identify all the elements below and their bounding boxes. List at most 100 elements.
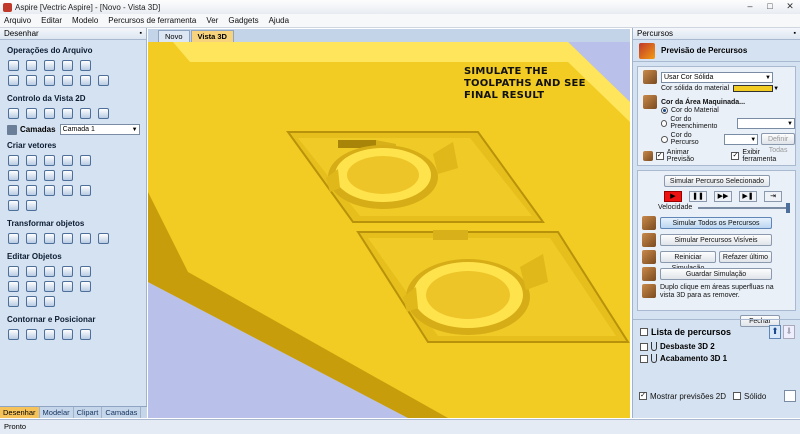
bezier-icon[interactable] <box>44 170 55 181</box>
zoom-out-icon[interactable] <box>62 108 73 119</box>
cut-icon[interactable] <box>8 75 19 86</box>
ellipse-icon[interactable] <box>26 155 37 166</box>
show-2d-checkbox[interactable]: ✓ <box>639 392 647 400</box>
align-icon[interactable] <box>80 233 91 244</box>
circle-icon[interactable] <box>8 155 19 166</box>
reset-simulation-button[interactable]: Reiniciar Simulação <box>660 251 716 272</box>
paste-icon[interactable] <box>62 75 73 86</box>
toolpath-item-checkbox[interactable] <box>640 342 648 351</box>
dimension-icon[interactable] <box>26 200 37 211</box>
polyline-icon[interactable] <box>8 170 19 181</box>
finish-button[interactable]: ⇥ <box>764 191 782 202</box>
nesting-icon[interactable] <box>62 329 73 340</box>
radio-fill-color[interactable] <box>661 119 668 127</box>
new-file-icon[interactable] <box>8 60 19 71</box>
tab-modelar[interactable]: Modelar <box>40 407 74 418</box>
material-color-swatch[interactable] <box>733 85 774 92</box>
toolpath-summary-icon[interactable] <box>784 390 797 402</box>
offset-icon[interactable] <box>8 329 19 340</box>
define-all-button[interactable]: Definir Todas <box>761 133 795 154</box>
rotate-icon[interactable] <box>44 233 55 244</box>
toolpath-item-checkbox[interactable] <box>640 354 648 363</box>
extend-icon[interactable] <box>44 296 55 307</box>
3d-viewport[interactable]: SIMULATE THE TOOLPATHS AND SEE FINAL RES… <box>148 42 630 418</box>
radio-material-color[interactable] <box>661 107 668 114</box>
ungroup-icon[interactable] <box>26 281 37 292</box>
layer-select[interactable]: Camada 1 ▼ <box>59 124 140 135</box>
zoom-box-icon[interactable] <box>26 108 37 119</box>
smooth-icon[interactable] <box>26 296 37 307</box>
color-mode-select[interactable]: Usar Cor Sólida ▼ <box>661 71 773 83</box>
menu-ver[interactable]: Ver <box>206 16 218 25</box>
scale-icon[interactable] <box>26 233 37 244</box>
minimize-button[interactable]: – <box>740 0 760 14</box>
menu-percursos[interactable]: Percursos de ferramenta <box>108 16 196 25</box>
scissors-icon[interactable] <box>26 75 37 86</box>
fill-color-select[interactable]: ▼ <box>737 117 795 129</box>
copy-along-icon[interactable] <box>80 329 91 340</box>
interactive-transform-icon[interactable] <box>44 266 55 277</box>
copy-icon[interactable] <box>44 75 55 86</box>
text-on-curve-icon[interactable] <box>26 185 37 196</box>
tab-clipart[interactable]: Clipart <box>74 407 103 418</box>
rectangle-icon[interactable] <box>44 155 55 166</box>
circular-array-icon[interactable] <box>44 329 55 340</box>
play-button[interactable]: ▶ <box>664 191 682 202</box>
open-file-icon[interactable] <box>26 60 37 71</box>
radio-toolpath-color[interactable] <box>661 135 668 143</box>
pan-icon[interactable] <box>80 108 91 119</box>
zoom-extents-icon[interactable] <box>8 108 19 119</box>
simulate-selected-button[interactable]: Simular Percurso Selecionado <box>664 175 770 187</box>
pen-icon[interactable] <box>8 200 19 211</box>
spiral-icon[interactable] <box>62 170 73 181</box>
select-icon[interactable] <box>8 266 19 277</box>
redo-last-button[interactable]: Refazer último <box>719 251 772 263</box>
curve-icon[interactable] <box>26 170 37 181</box>
trim-icon[interactable] <box>80 266 91 277</box>
undo-icon[interactable] <box>80 75 91 86</box>
toolpath-list-checkbox[interactable] <box>640 328 648 336</box>
pin-icon[interactable]: ▪ <box>140 28 142 39</box>
move-up-icon[interactable]: ⬆ <box>769 325 781 339</box>
simulate-visible-button[interactable]: Simular Percursos Visíveis <box>660 234 772 246</box>
save-simulation-button[interactable]: Guardar Simulação <box>660 268 772 280</box>
animate-preview-checkbox[interactable]: ✓ <box>655 152 664 160</box>
zoom-in-icon[interactable] <box>44 108 55 119</box>
menu-editar[interactable]: Editar <box>41 16 62 25</box>
redo-icon[interactable] <box>98 75 109 86</box>
solid-checkbox[interactable] <box>733 392 742 400</box>
speed-slider-thumb[interactable] <box>786 202 791 213</box>
tab-desenhar[interactable]: Desenhar <box>0 407 40 418</box>
chevron-down-icon[interactable]: ▼ <box>773 86 779 92</box>
save-as-icon[interactable] <box>62 60 73 71</box>
toolpath-item[interactable]: Desbaste 3D 2 <box>633 341 800 352</box>
menu-modelo[interactable]: Modelo <box>72 16 98 25</box>
weld-icon[interactable] <box>62 281 73 292</box>
step-button[interactable]: ▶▶ <box>714 191 732 202</box>
text-icon[interactable] <box>8 185 19 196</box>
pause-button[interactable]: ❚❚ <box>689 191 707 202</box>
speed-slider[interactable] <box>698 202 791 213</box>
center-icon[interactable] <box>98 233 109 244</box>
fast-forward-button[interactable]: ▶❚ <box>739 191 757 202</box>
tab-camadas[interactable]: Camadas <box>102 407 142 418</box>
toolpath-color-select[interactable]: ▼ <box>724 133 759 145</box>
tab-novo[interactable]: Novo <box>158 30 190 42</box>
array-icon[interactable] <box>26 329 37 340</box>
mirror-icon[interactable] <box>62 233 73 244</box>
menu-gadgets[interactable]: Gadgets <box>228 16 258 25</box>
maximize-button[interactable]: □ <box>760 0 780 14</box>
arc-text-icon[interactable] <box>44 185 55 196</box>
menu-arquivo[interactable]: Arquivo <box>4 16 31 25</box>
node-edit-icon[interactable] <box>26 266 37 277</box>
move-icon[interactable] <box>8 233 19 244</box>
polygon-icon[interactable] <box>62 155 73 166</box>
menu-ajuda[interactable]: Ajuda <box>269 16 289 25</box>
grid-icon[interactable] <box>98 108 109 119</box>
toolpath-item[interactable]: Acabamento 3D 1 <box>633 353 800 364</box>
import-icon[interactable] <box>80 60 91 71</box>
close-vector-icon[interactable] <box>8 296 19 307</box>
show-tool-checkbox[interactable]: ✓ <box>731 152 740 160</box>
save-icon[interactable] <box>44 60 55 71</box>
star-icon[interactable] <box>80 155 91 166</box>
